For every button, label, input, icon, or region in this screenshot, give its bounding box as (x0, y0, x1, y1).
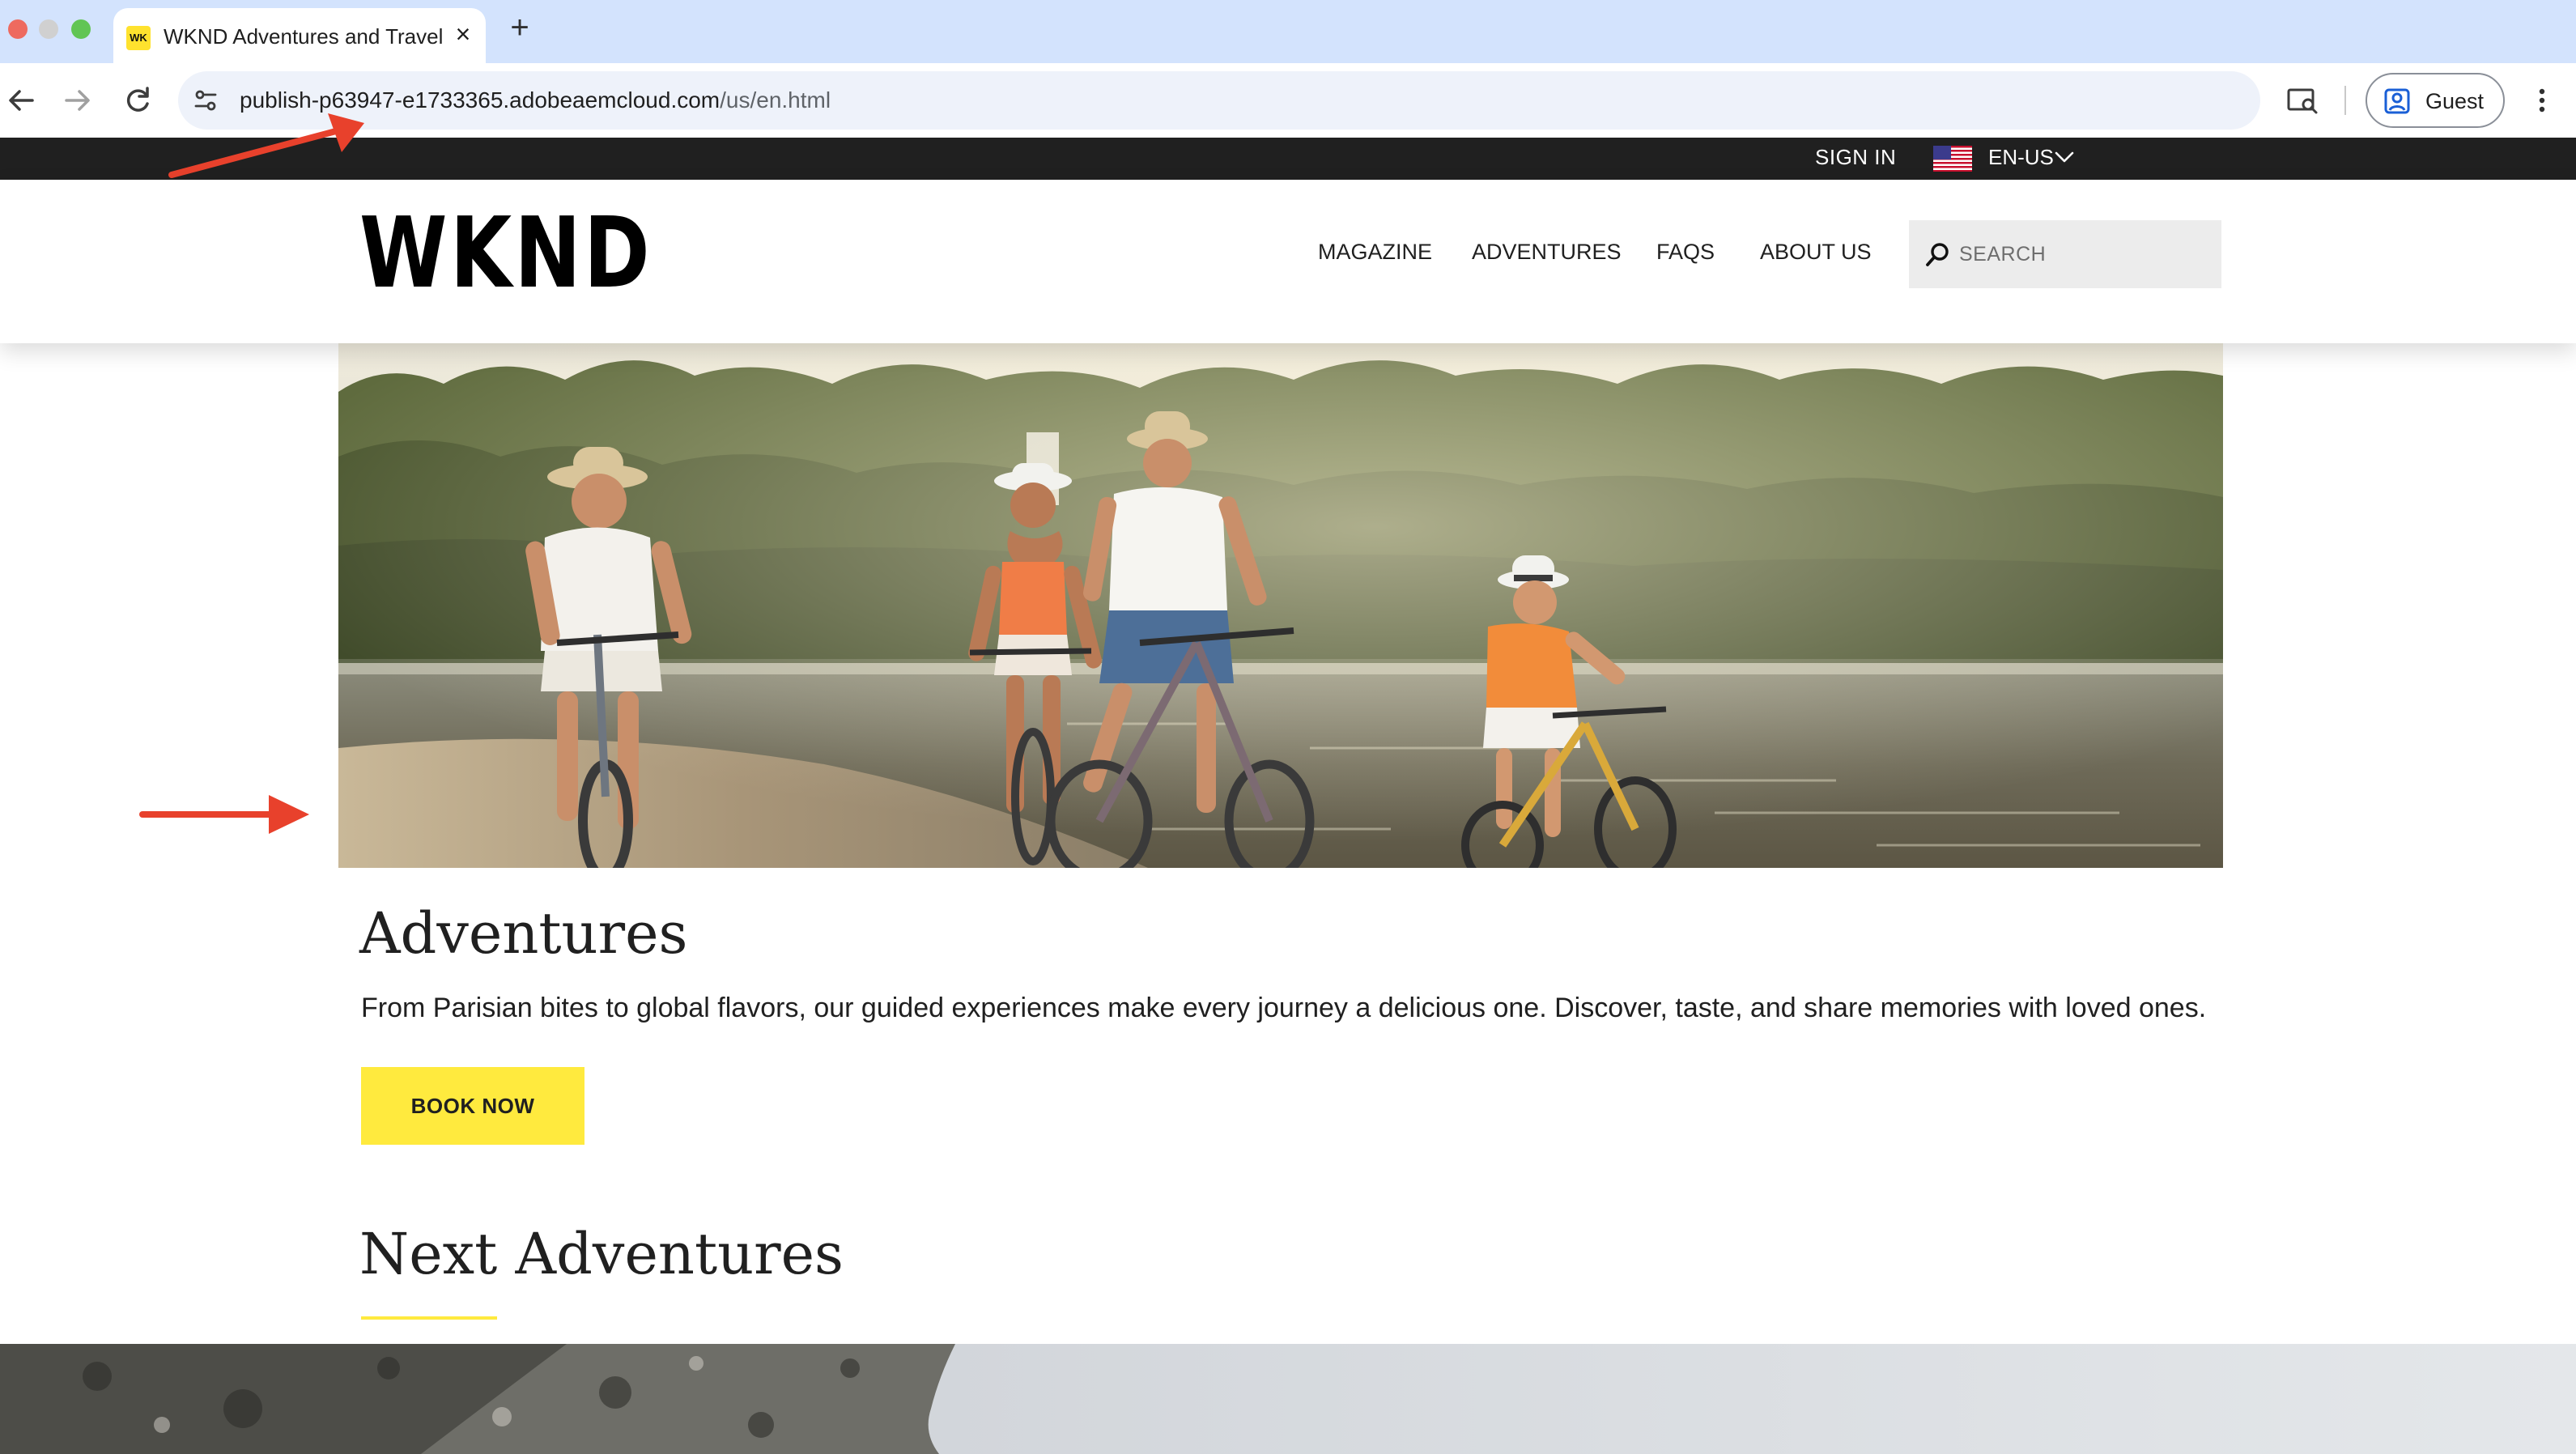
search-icon (1923, 240, 1953, 269)
url-path: /us/en.html (720, 87, 831, 113)
tab-title: WKND Adventures and Travel (164, 24, 444, 49)
wknd-logo[interactable]: WKND (359, 206, 653, 303)
search-box[interactable] (1909, 220, 2221, 288)
window-minimize-button[interactable] (39, 19, 58, 39)
back-arrow-icon[interactable] (2, 81, 40, 120)
window-zoom-button[interactable] (71, 19, 91, 39)
section-title-adventures: Adventures (359, 900, 688, 967)
browser-tab-active[interactable]: WK WKND Adventures and Travel × (113, 8, 486, 63)
address-bar[interactable]: publish-p63947-e1733365.adobeaemcloud.co… (178, 71, 2260, 130)
annotation-arrow-url (168, 113, 364, 178)
site-header: WKND MAGAZINE ADVENTURES FAQS ABOUT US (0, 180, 2576, 343)
url-host: publish-p63947-e1733365.adobeaemcloud.co… (240, 87, 721, 113)
title-underline (361, 1316, 497, 1320)
book-now-button[interactable]: BOOK NOW (361, 1067, 584, 1145)
sign-in-link[interactable]: SIGN IN (1815, 145, 1896, 170)
wknd-favicon-icon: WK (126, 26, 151, 50)
window-close-button[interactable] (8, 19, 28, 39)
browser-tab-strip: WK WKND Adventures and Travel × + (0, 0, 2576, 63)
next-adventure-image-rock-cliff (0, 1344, 2576, 1454)
hero-image-family-cycling (338, 343, 2223, 868)
adventures-description: From Parisian bites to global flavors, o… (361, 993, 2207, 1023)
nav-item-faqs[interactable]: FAQS (1656, 240, 1715, 265)
toolbar-divider (2344, 86, 2346, 115)
nav-item-adventures[interactable]: ADVENTURES (1472, 240, 1622, 265)
browser-menu-icon[interactable] (2526, 84, 2558, 117)
nav-item-magazine[interactable]: MAGAZINE (1318, 240, 1432, 265)
annotation-arrow-hero (139, 795, 309, 834)
forward-arrow-icon[interactable] (58, 81, 97, 120)
profile-label: Guest (2425, 89, 2485, 113)
profile-guest-button[interactable]: Guest (2366, 73, 2505, 128)
section-title-next-adventures: Next Adventures (359, 1221, 844, 1287)
us-flag-icon[interactable] (1933, 146, 1972, 172)
reload-icon[interactable] (118, 81, 157, 120)
tab-search-icon[interactable] (2285, 83, 2320, 118)
person-icon (2383, 87, 2411, 115)
language-selector[interactable]: EN-US (1988, 145, 2054, 170)
chevron-down-icon[interactable] (2053, 146, 2076, 168)
nav-item-about-us[interactable]: ABOUT US (1760, 240, 1872, 265)
tab-close-icon[interactable]: × (448, 19, 478, 49)
search-input[interactable] (1959, 238, 2202, 270)
new-tab-plus-icon[interactable]: + (504, 11, 536, 44)
